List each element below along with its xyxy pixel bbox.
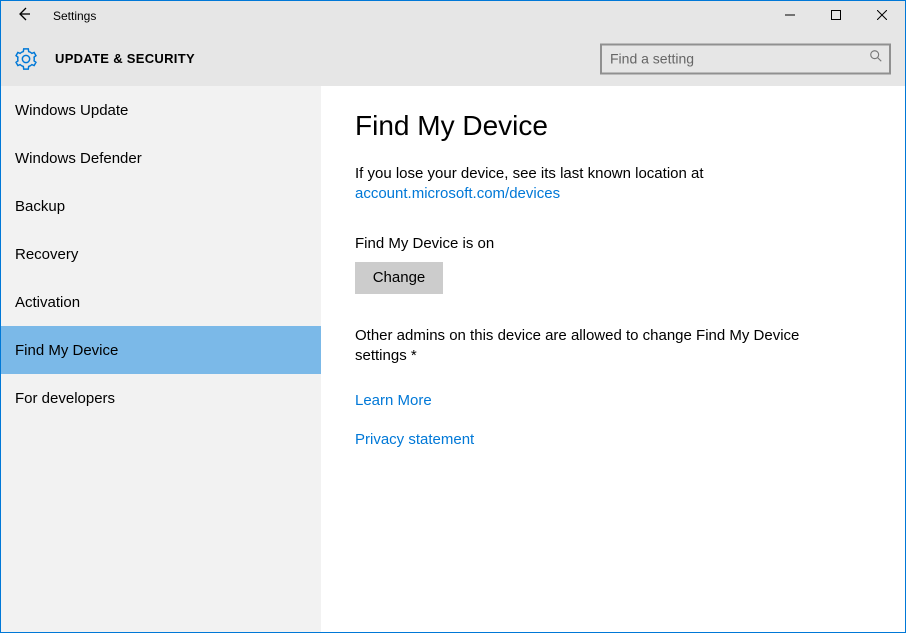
other-admins-text: Other admins on this device are allowed …	[355, 326, 825, 367]
sidebar-item-label: Backup	[15, 198, 65, 215]
sidebar-item-backup[interactable]: Backup	[1, 182, 321, 230]
header: UPDATE & SECURITY	[1, 31, 905, 86]
footer-links: Learn More Privacy statement	[355, 392, 871, 448]
sidebar-item-find-my-device[interactable]: Find My Device	[1, 326, 321, 374]
content: Find My Device If you lose your device, …	[321, 86, 905, 632]
maximize-button[interactable]	[813, 1, 859, 31]
change-button[interactable]: Change	[355, 262, 443, 294]
minimize-icon	[785, 7, 795, 25]
lose-device-sentence: If you lose your device, see its last kn…	[355, 165, 704, 182]
sidebar-item-label: For developers	[15, 390, 115, 407]
sidebar-item-windows-update[interactable]: Windows Update	[1, 86, 321, 134]
back-button[interactable]	[1, 1, 47, 31]
sidebar-item-label: Windows Defender	[15, 150, 142, 167]
sidebar: Windows Update Windows Defender Backup R…	[1, 86, 321, 632]
sidebar-item-label: Activation	[15, 294, 80, 311]
window-controls	[767, 1, 905, 31]
settings-window: Settings UPDATE & SECURITY Windows	[0, 0, 906, 633]
body: Windows Update Windows Defender Backup R…	[1, 86, 905, 632]
sidebar-item-label: Find My Device	[15, 342, 118, 359]
sidebar-item-label: Recovery	[15, 246, 78, 263]
close-icon	[877, 7, 887, 25]
close-button[interactable]	[859, 1, 905, 31]
sidebar-item-label: Windows Update	[15, 102, 128, 119]
minimize-button[interactable]	[767, 1, 813, 31]
titlebar: Settings	[1, 1, 905, 31]
gear-icon	[15, 48, 37, 70]
sidebar-item-activation[interactable]: Activation	[1, 278, 321, 326]
sidebar-item-for-developers[interactable]: For developers	[1, 374, 321, 422]
find-my-device-status: Find My Device is on	[355, 235, 871, 252]
page-title: Find My Device	[355, 110, 871, 142]
sidebar-item-recovery[interactable]: Recovery	[1, 230, 321, 278]
search-input[interactable]	[600, 43, 891, 74]
account-devices-link[interactable]: account.microsoft.com/devices	[355, 184, 560, 204]
privacy-statement-link[interactable]: Privacy statement	[355, 431, 871, 448]
back-arrow-icon	[16, 6, 32, 27]
sidebar-item-windows-defender[interactable]: Windows Defender	[1, 134, 321, 182]
maximize-icon	[831, 7, 841, 25]
search-wrap	[600, 43, 891, 74]
lose-device-text: If you lose your device, see its last kn…	[355, 164, 871, 205]
header-title: UPDATE & SECURITY	[55, 51, 195, 66]
window-title: Settings	[53, 9, 96, 23]
learn-more-link[interactable]: Learn More	[355, 392, 871, 409]
